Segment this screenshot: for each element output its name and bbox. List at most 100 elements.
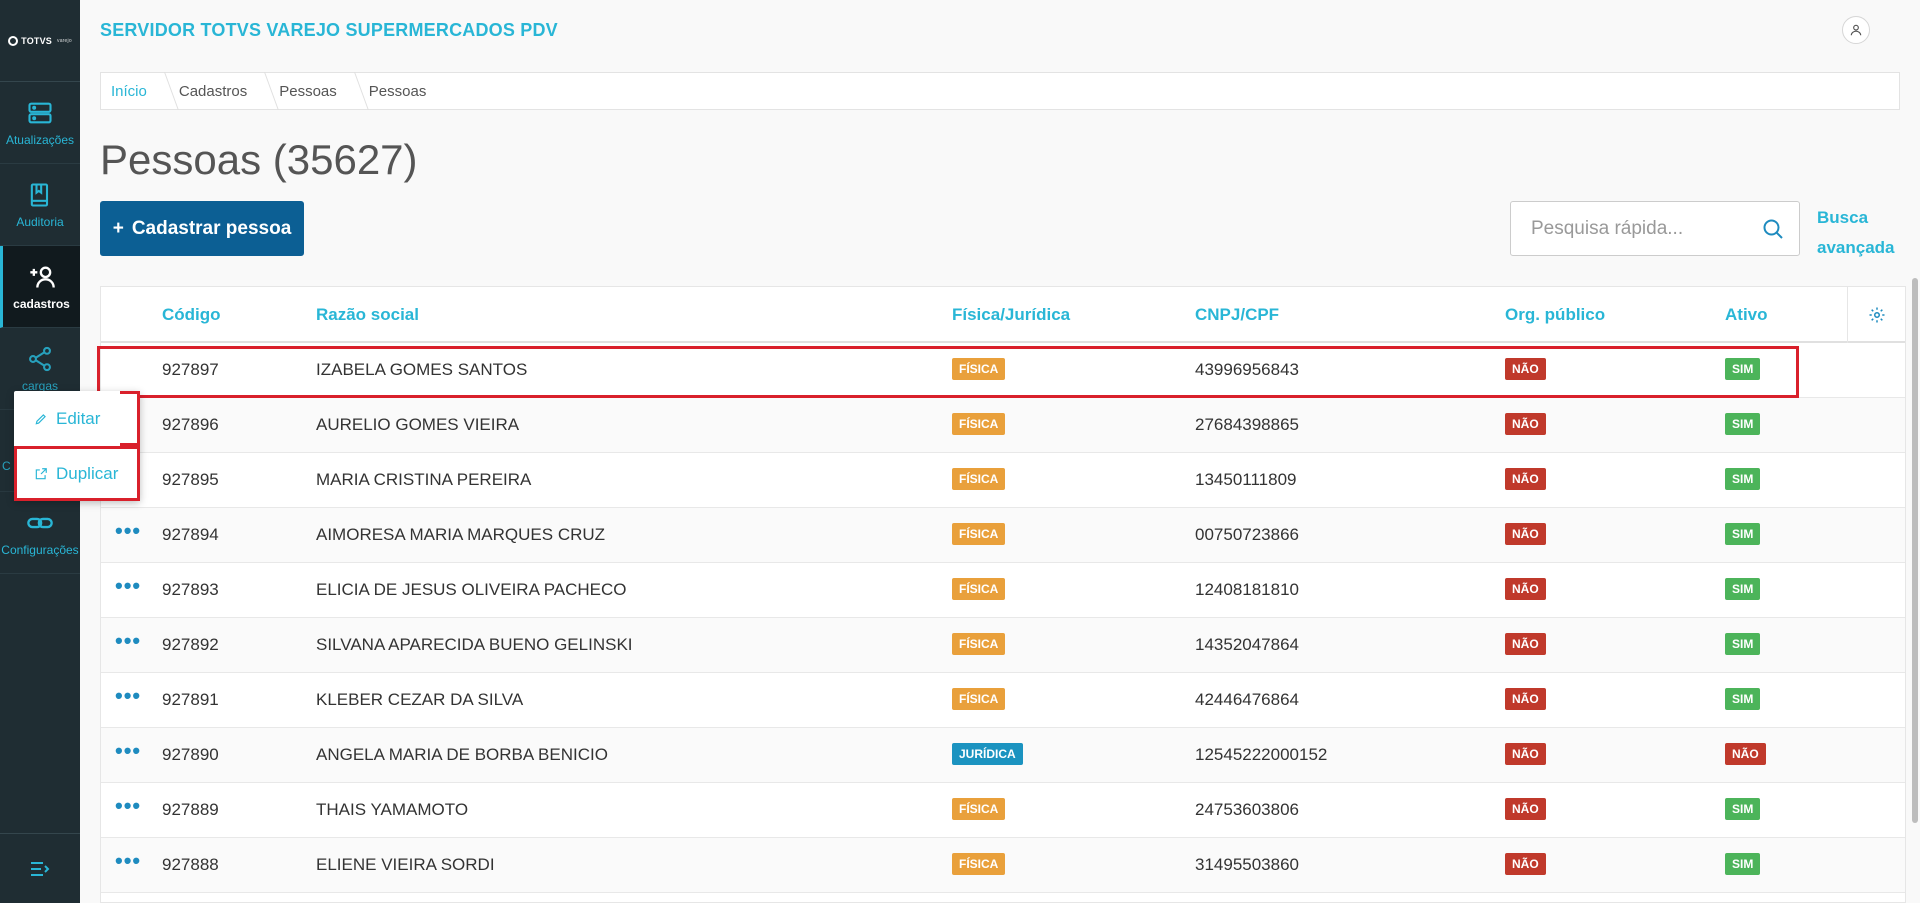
status-badge: NÃO [1505, 798, 1546, 820]
status-badge: FÍSICA [952, 633, 1006, 655]
row-actions-icon[interactable]: ••• [115, 683, 141, 709]
cell-org-publico: NÃO [1505, 523, 1546, 545]
row-actions-icon[interactable]: ••• [115, 518, 141, 544]
status-badge: NÃO [1505, 688, 1546, 710]
breadcrumb-pessoas-current: Pessoas [368, 82, 427, 100]
status-badge: NÃO [1505, 633, 1546, 655]
cell-fisica-juridica: FÍSICA [952, 413, 1006, 435]
quick-search-input[interactable] [1531, 217, 1761, 240]
cell-ativo: SIM [1725, 468, 1761, 490]
col-header-razao-social[interactable]: Razão social [316, 305, 419, 325]
logo-ring-icon [8, 35, 19, 46]
cadastrar-pessoa-button[interactable]: + Cadastrar pessoa [100, 201, 304, 256]
status-badge: NÃO [1505, 743, 1546, 765]
cell-cnpj-cpf: 43996956843 [1195, 360, 1300, 379]
cell-org-publico: NÃO [1505, 413, 1546, 435]
logo-text: TOTVS [21, 35, 52, 46]
totvs-logo: TOTVS varejo [8, 35, 72, 46]
external-link-icon [35, 467, 47, 479]
cell-cnpj-cpf: 13450111809 [1195, 470, 1297, 489]
row-actions-icon[interactable]: ••• [115, 573, 141, 599]
sidebar-item-label: Configurações [1, 542, 79, 557]
menu-item-duplicar[interactable]: Duplicar [14, 446, 140, 501]
sidebar-item-label: C [2, 458, 11, 473]
cell-codigo: 927888 [162, 855, 219, 874]
cell-cnpj-cpf: 12408181810 [1195, 580, 1300, 599]
status-badge: FÍSICA [952, 358, 1006, 380]
cell-cnpj-cpf: 14352047864 [1195, 635, 1300, 654]
cell-razao-social: ELICIA DE JESUS OLIVEIRA PACHECO [316, 580, 627, 599]
row-context-menu: Editar Duplicar [14, 391, 140, 501]
cell-org-publico: NÃO [1505, 633, 1546, 655]
cell-razao-social: AIMORESA MARIA MARQUES CRUZ [316, 525, 606, 544]
table-row[interactable]: 927897 IZABELA GOMES SANTOS FÍSICA 43996956… [101, 343, 1905, 398]
breadcrumb-cadastros[interactable]: Cadastros [179, 72, 265, 110]
collapse-menu-button[interactable] [0, 833, 80, 903]
table-row[interactable]: ••• 927890 ANGELA MARIA DE BORBA BENICIO JU… [101, 728, 1905, 783]
cell-fisica-juridica: FÍSICA [952, 523, 1006, 545]
row-actions-icon[interactable]: ••• [115, 848, 141, 874]
status-badge: FÍSICA [952, 523, 1006, 545]
breadcrumb-pessoas[interactable]: Pessoas [279, 72, 355, 110]
sidebar-item-label: Atualizações [5, 132, 75, 147]
cell-fisica-juridica: FÍSICA [952, 853, 1006, 875]
cell-fisica-juridica: FÍSICA [952, 578, 1006, 600]
col-header-cnpj-cpf[interactable]: CNPJ/CPF [1195, 305, 1279, 325]
user-icon [1850, 24, 1862, 36]
col-header-fisica-juridica[interactable]: Física/Jurídica [952, 305, 1070, 325]
breadcrumb-inicio[interactable]: Início [111, 72, 165, 110]
row-actions-icon[interactable]: ••• [115, 628, 141, 654]
sidebar-item-cadastros[interactable]: cadastros [0, 246, 80, 328]
status-badge: SIM [1725, 523, 1761, 545]
table-settings-button[interactable] [1847, 287, 1905, 343]
advanced-search-link[interactable]: Busca avançada [1817, 203, 1895, 263]
logo-sub: varejo [57, 37, 72, 44]
cell-org-publico: NÃO [1505, 358, 1546, 380]
user-avatar[interactable] [1842, 16, 1870, 44]
table-row[interactable]: ••• 927888 ELIENE VIEIRA SORDI FÍSICA 314955… [101, 838, 1905, 893]
table-row[interactable]: •••927896AURELIO GOMES VIEIRAFÍSICA27684… [101, 398, 1905, 453]
cell-org-publico: NÃO [1505, 688, 1546, 710]
breadcrumb: Início Cadastros Pessoas Pessoas [100, 72, 1900, 110]
search-icon[interactable] [1761, 216, 1785, 242]
table-header: Código Razão social Física/Jurídica CNPJ… [101, 287, 1905, 343]
cell-cnpj-cpf: 42446476864 [1195, 690, 1300, 709]
sidebar-item-label: cadastros [13, 296, 70, 311]
logo[interactable]: TOTVS varejo [0, 0, 80, 82]
cell-org-publico: NÃO [1505, 743, 1546, 765]
sidebar-item-atualizacoes[interactable]: Atualizações [0, 82, 80, 164]
table-row[interactable]: ••• 927893 ELICIA DE JESUS OLIVEIRA PACHEC… [101, 563, 1905, 618]
col-header-org-publico[interactable]: Org. público [1505, 305, 1605, 325]
cell-ativo: SIM [1725, 358, 1761, 380]
col-header-codigo[interactable]: Código [162, 305, 221, 325]
quick-search [1510, 201, 1800, 256]
cell-codigo: 927892 [162, 635, 219, 654]
table-row[interactable]: •••927895MARIA CRISTINA PEREIRAFÍSICA134… [101, 453, 1905, 508]
cadastrar-pessoa-label: Cadastrar pessoa [131, 217, 292, 239]
row-actions-icon[interactable]: ••• [115, 793, 141, 819]
table-row[interactable]: ••• 927894 AIMORESA MARIA MARQUES CRUZ FÍSI… [101, 508, 1905, 563]
page-scrollbar[interactable] [1912, 278, 1918, 823]
status-badge: FÍSICA [952, 853, 1006, 875]
row-actions-icon[interactable]: ••• [115, 738, 141, 764]
advanced-search-line1: Busca [1817, 208, 1869, 227]
table-row[interactable]: ••• 927891 KLEBER CEZAR DA SILVA FÍSICA 4244… [101, 673, 1905, 728]
cell-cnpj-cpf: 31495503860 [1195, 855, 1300, 874]
book-icon [30, 182, 49, 207]
menu-item-editar[interactable]: Editar [14, 391, 140, 446]
cell-codigo: 927894 [162, 525, 219, 544]
col-header-ativo[interactable]: Ativo [1725, 305, 1768, 325]
status-badge: SIM [1725, 688, 1761, 710]
sidebar-item-auditoria[interactable]: Auditoria [0, 164, 80, 246]
cell-ativo: SIM [1725, 853, 1761, 875]
status-badge: SIM [1725, 798, 1761, 820]
status-badge: SIM [1725, 413, 1761, 435]
cell-codigo: 927897 [162, 360, 219, 379]
cell-razao-social: SILVANA APARECIDA BUENO GELINSKI [316, 635, 633, 654]
table-row[interactable]: ••• 927889 THAIS YAMAMOTO FÍSICA 24753603806… [101, 783, 1905, 838]
table-row[interactable]: ••• 927892 SILVANA APARECIDA BUENO GELINSK… [101, 618, 1905, 673]
cell-razao-social: THAIS YAMAMOTO [316, 800, 469, 819]
status-badge: FÍSICA [952, 688, 1006, 710]
cell-org-publico: NÃO [1505, 468, 1546, 490]
sidebar-item-configuracoes[interactable]: Configurações [0, 492, 80, 574]
